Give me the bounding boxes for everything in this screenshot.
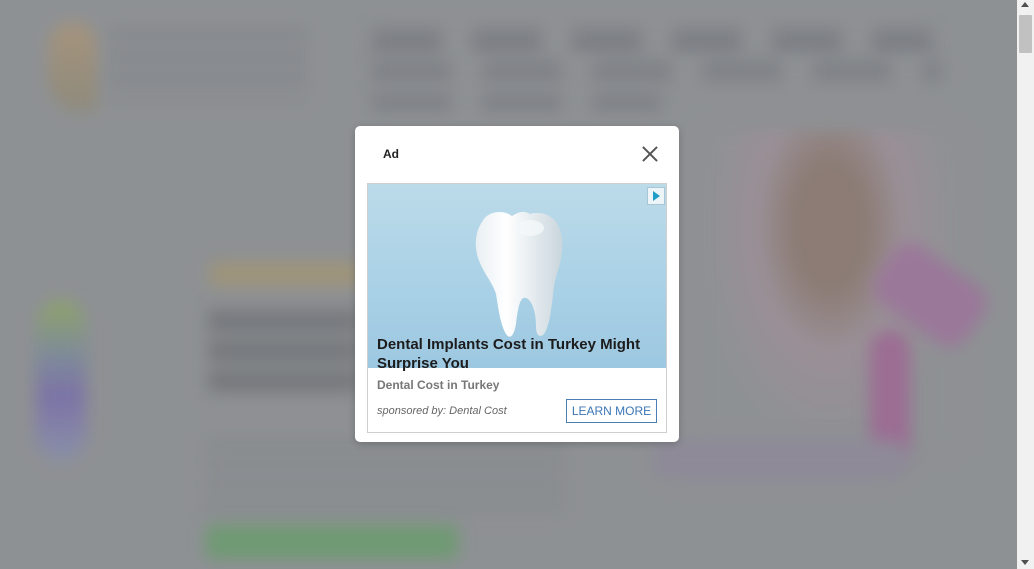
top-nav-row: [372, 28, 932, 54]
tooth-image: [475, 211, 563, 337]
site-logo-text: [108, 30, 308, 100]
sub-nav-row: [372, 92, 662, 112]
adchoices-icon[interactable]: [647, 187, 665, 205]
ad-title[interactable]: Dental Implants Cost in Turkey Might Sur…: [377, 335, 662, 373]
sponsored-text: sponsored by: Dental Cost: [377, 405, 507, 417]
ad-modal: Ad Dental Implants Cost in Turkey Might …: [355, 126, 679, 442]
hero-cta-button: [206, 525, 458, 559]
main-nav-row: [372, 60, 942, 82]
site-logo-mark: [48, 22, 98, 112]
hero-paragraph: [205, 440, 565, 510]
scroll-thumb[interactable]: [1019, 15, 1032, 53]
toothbrush-image-left: [36, 300, 86, 460]
page-scrollbar[interactable]: [1017, 0, 1034, 569]
learn-more-button[interactable]: LEARN MORE: [566, 399, 657, 423]
toothbrush-image-right-3: [650, 440, 910, 480]
hero-tag: [210, 262, 360, 286]
scroll-down-arrow-icon[interactable]: [1021, 560, 1029, 565]
close-icon[interactable]: [640, 144, 660, 164]
hero-heading: [208, 310, 358, 400]
ad-card[interactable]: Dental Implants Cost in Turkey Might Sur…: [367, 183, 667, 433]
scroll-up-arrow-icon[interactable]: [1021, 2, 1029, 7]
ad-label: Ad: [383, 147, 399, 161]
ad-source[interactable]: Dental Cost in Turkey: [377, 378, 499, 392]
